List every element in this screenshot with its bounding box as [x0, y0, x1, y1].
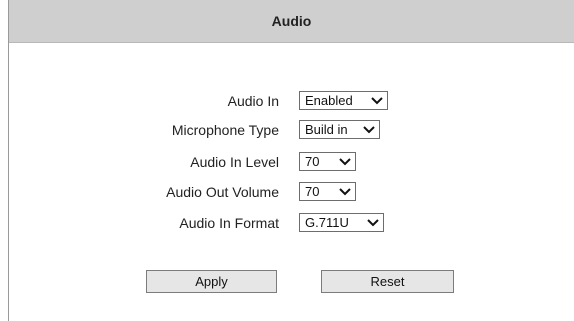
reset-button[interactable]: Reset: [321, 270, 454, 293]
audio-out-volume-select[interactable]: 70: [299, 182, 356, 201]
audio-in-format-value: G.711U: [305, 215, 349, 230]
audio-out-volume-value: 70: [305, 184, 320, 199]
audio-in-value: Enabled: [305, 93, 353, 108]
audio-in-format-row: Audio In Format G.711U: [9, 211, 574, 235]
audio-in-level-label: Audio In Level: [190, 154, 279, 170]
audio-in-level-row: Audio In Level 70: [9, 150, 574, 174]
audio-in-label: Audio In: [227, 93, 279, 109]
audio-in-level-value: 70: [305, 154, 320, 169]
audio-in-format-select[interactable]: G.711U: [299, 213, 384, 232]
chevron-down-icon: [367, 217, 379, 229]
chevron-down-icon: [339, 156, 351, 168]
chevron-down-icon: [363, 124, 375, 136]
audio-out-volume-label: Audio Out Volume: [166, 184, 279, 200]
panel-header: Audio: [9, 0, 574, 43]
audio-settings-panel: Audio Audio In Enabled Microphone Type B…: [8, 0, 574, 321]
audio-in-row: Audio In Enabled: [9, 89, 574, 113]
page-title: Audio: [271, 13, 312, 29]
chevron-down-icon: [371, 95, 383, 107]
microphone-type-row: Microphone Type Build in: [9, 118, 574, 142]
audio-in-level-select[interactable]: 70: [299, 152, 356, 171]
microphone-type-value: Build in: [305, 122, 348, 137]
audio-in-format-label: Audio In Format: [179, 215, 279, 231]
apply-button[interactable]: Apply: [146, 270, 277, 293]
microphone-type-select[interactable]: Build in: [299, 120, 380, 139]
microphone-type-label: Microphone Type: [171, 122, 279, 138]
chevron-down-icon: [339, 186, 351, 198]
audio-out-volume-row: Audio Out Volume 70: [9, 180, 574, 204]
audio-in-select[interactable]: Enabled: [299, 91, 388, 110]
